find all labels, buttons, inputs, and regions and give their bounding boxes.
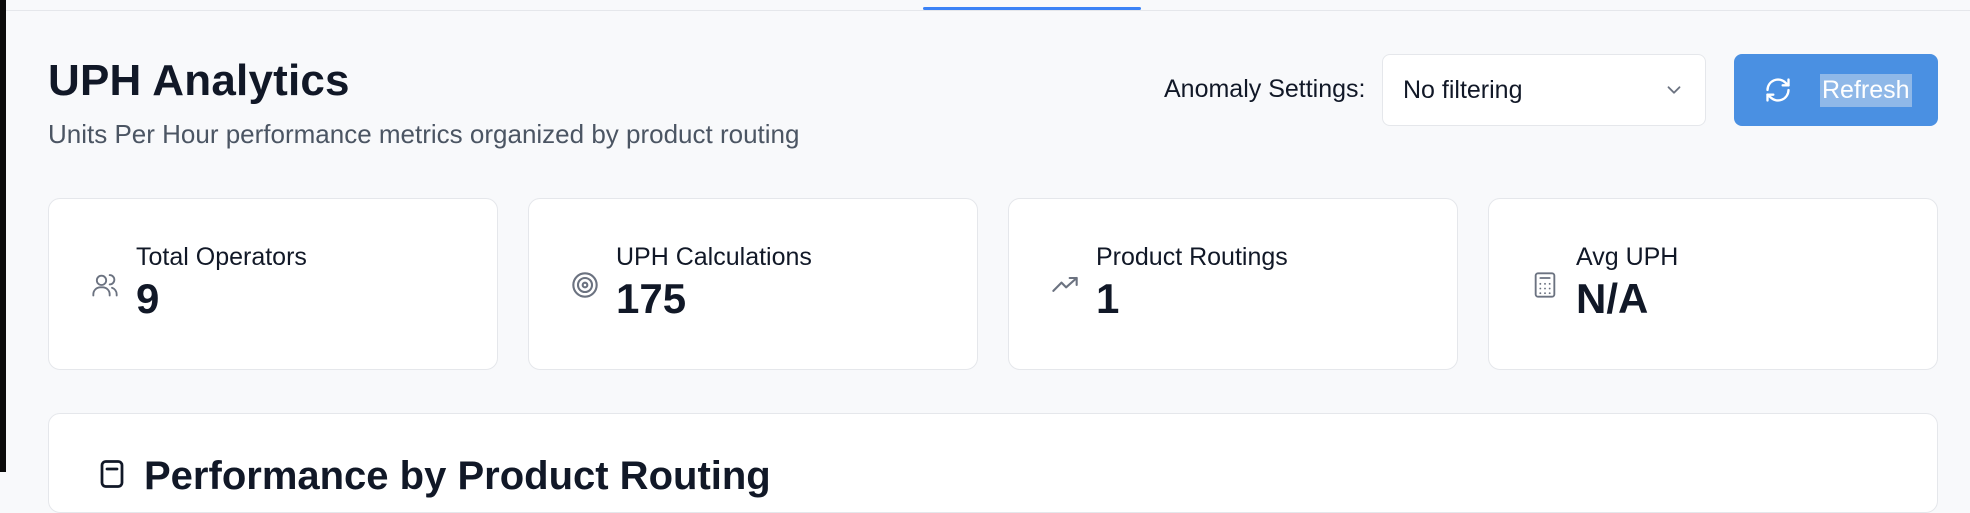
refresh-button-label: Refresh — [1820, 73, 1912, 107]
anomaly-settings-value: No filtering — [1403, 75, 1523, 104]
stat-card-total-operators: Total Operators 9 — [48, 198, 498, 370]
trending-up-icon — [1052, 276, 1078, 292]
stat-value: 175 — [616, 275, 687, 322]
window-edge — [0, 0, 6, 472]
target-icon — [572, 272, 598, 298]
page-header: UPH Analytics Units Per Hour performance… — [48, 52, 1938, 162]
active-tab-indicator — [923, 7, 1141, 10]
chevron-down-icon — [1667, 86, 1681, 94]
stat-card-product-routings: Product Routings 1 — [1008, 198, 1458, 370]
stat-card-uph-calculations: UPH Calculations 175 — [528, 198, 978, 370]
stat-label: Product Routings — [1096, 243, 1288, 271]
document-icon — [100, 460, 124, 488]
refresh-icon — [1766, 78, 1790, 102]
refresh-button[interactable]: Refresh — [1734, 54, 1938, 126]
stat-label: UPH Calculations — [616, 243, 812, 271]
stat-card-avg-uph: Avg UPH N/A — [1488, 198, 1938, 370]
stat-value: 9 — [136, 275, 160, 322]
routing-performance-panel: Performance by Product Routing — [48, 413, 1938, 513]
calculator-icon — [1534, 272, 1556, 298]
top-divider — [6, 10, 1970, 11]
anomaly-settings-select[interactable]: No filtering — [1382, 54, 1706, 126]
stats-cards: Total Operators 9 UPH Calculations 175 P… — [48, 198, 1938, 370]
stat-value: N/A — [1576, 275, 1649, 322]
anomaly-settings-label: Anomaly Settings: — [1164, 75, 1366, 103]
panel-title: Performance by Product Routing — [144, 454, 771, 498]
stat-value: 1 — [1096, 275, 1120, 322]
users-icon — [92, 274, 118, 297]
stat-label: Avg UPH — [1576, 243, 1679, 271]
stat-label: Total Operators — [136, 243, 307, 271]
page-subtitle: Units Per Hour performance metrics organ… — [48, 119, 800, 149]
page-title: UPH Analytics — [48, 56, 350, 105]
